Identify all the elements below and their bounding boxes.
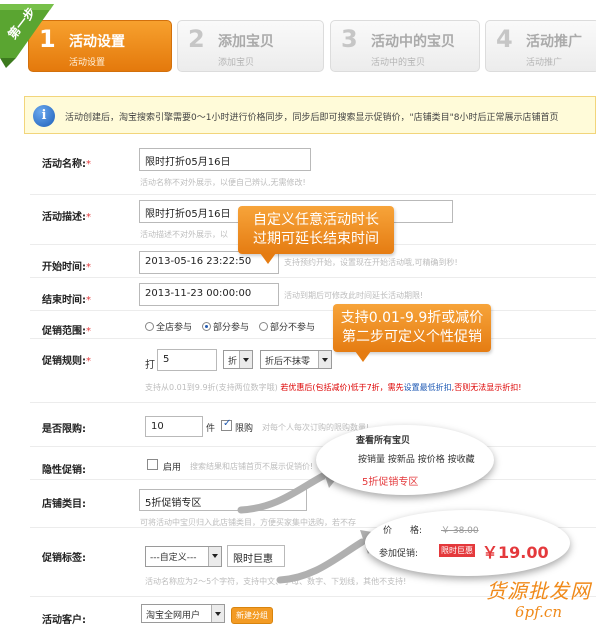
- row-divider: [30, 338, 596, 339]
- chevron-down-icon: [208, 547, 221, 566]
- scope-option-exclude[interactable]: 部分不参与: [259, 320, 315, 333]
- popup-title: 查看所有宝贝: [356, 436, 411, 446]
- store-category-label: 店铺类目:: [42, 499, 86, 510]
- discount-prefix: 打: [145, 360, 155, 371]
- discount-round-select[interactable]: 折后不抹零: [260, 350, 332, 369]
- info-icon: i: [33, 105, 55, 127]
- purchase-limit-input[interactable]: 10: [145, 416, 203, 437]
- callout-discount: 支持0.01-9.9折或减价 第二步可定义个性促销: [333, 304, 491, 362]
- step-3-title: 活动中的宝贝: [371, 34, 455, 50]
- hidden-promo-label: 隐性促销:: [42, 465, 86, 476]
- scope-option-all[interactable]: 全店参与: [145, 320, 192, 333]
- sort-tab-price[interactable]: 按价格: [418, 455, 445, 465]
- scope-option-partial[interactable]: 部分参与: [202, 320, 249, 333]
- watermark-brand: 货源批发网: [486, 579, 591, 603]
- price-label: 价 格:: [383, 526, 423, 536]
- purchase-limit-label: 是否限购:: [42, 424, 86, 435]
- promo-tag-badge: 限时巨惠: [439, 544, 475, 557]
- new-group-button[interactable]: 新建分组: [231, 607, 273, 624]
- step-2[interactable]: 2 添加宝贝 添加宝贝: [177, 20, 324, 72]
- price-preview-popup: 价 格: ￥ 38.00 参加促销: 限时巨惠 ￥19.00: [365, 510, 570, 576]
- step-ribbon: 第一步: [0, 4, 54, 68]
- chevron-down-icon: [239, 351, 252, 368]
- category-preview-popup: 查看所有宝贝 按销量 按新品 按价格 按收藏 5折促销专区: [316, 425, 494, 495]
- step-1-title: 活动设置: [69, 34, 125, 50]
- row-divider: [30, 446, 596, 447]
- activity-name-hint: 活动名称不对外展示，以便自己辨认,无需修改!: [140, 178, 306, 187]
- sort-tab-new[interactable]: 按新品: [388, 455, 415, 465]
- row-divider: [30, 310, 596, 311]
- popup-category-item[interactable]: 5折促销专区: [362, 473, 418, 488]
- limit-checkbox-label: 限购: [235, 424, 254, 434]
- promo-tag-label: 促销标签:: [42, 553, 86, 564]
- notice-text: 活动创建后，淘宝搜索引擎需要0～1小时进行价格同步，同步后即可搜索显示促销价，"…: [65, 113, 559, 123]
- step-4-subtitle: 活动推广: [526, 58, 563, 68]
- info-notice: i 活动创建后，淘宝搜索引擎需要0～1小时进行价格同步，同步后即可搜索显示促销价…: [24, 96, 596, 134]
- customer-label: 活动客户:: [42, 615, 86, 626]
- step-3[interactable]: 3 活动中的宝贝 活动中的宝贝: [330, 20, 480, 72]
- hidden-promo-checkbox[interactable]: [147, 459, 158, 470]
- customer-select[interactable]: 淘宝全网用户: [141, 604, 225, 623]
- purchase-limit-unit: 件: [206, 424, 216, 434]
- chevron-down-icon: [211, 605, 224, 622]
- end-time-label: 结束时间:*: [42, 295, 91, 306]
- start-time-label: 开始时间:*: [42, 262, 91, 273]
- start-time-hint: 支持预约开始，设置现在开始活动哦,可精确到秒!: [284, 258, 458, 267]
- activity-name-input[interactable]: 限时打折05月16日: [139, 148, 311, 171]
- step-4[interactable]: 4 活动推广 活动推广: [485, 20, 596, 72]
- activity-desc-hint: 活动描述不对外展示，以: [140, 230, 228, 239]
- end-time-input[interactable]: 2013-11-23 00:00:00: [139, 283, 279, 306]
- step-2-number: 2: [188, 25, 205, 53]
- step-1-subtitle: 活动设置: [69, 58, 106, 68]
- scope-label: 促销范围:*: [42, 326, 91, 337]
- sort-tab-sales[interactable]: 按销量: [358, 455, 385, 465]
- row-divider: [30, 194, 596, 195]
- step-2-title: 添加宝贝: [218, 34, 274, 50]
- radio-icon: [145, 322, 154, 331]
- min-discount-link[interactable]: 设置最低折扣: [404, 383, 452, 392]
- callout-time: 自定义任意活动时长 过期可延长结束时间: [238, 206, 394, 264]
- discount-unit-select[interactable]: 折: [223, 350, 253, 369]
- watermark-domain: 6pf.cn: [515, 603, 562, 621]
- hidden-promo-checkbox-label: 启用: [163, 463, 182, 473]
- step-4-number: 4: [496, 25, 513, 53]
- promo-price: ￥19.00: [482, 543, 549, 562]
- step-3-number: 3: [341, 25, 358, 53]
- old-price: ￥ 38.00: [441, 526, 479, 536]
- step-4-title: 活动推广: [526, 34, 582, 50]
- row-divider: [30, 277, 596, 278]
- radio-icon: [259, 322, 268, 331]
- start-time-input[interactable]: 2013-05-16 23:22:50: [139, 251, 279, 274]
- limit-checkbox[interactable]: [221, 418, 232, 431]
- sort-tab-fav[interactable]: 按收藏: [448, 455, 475, 465]
- activity-desc-label: 活动描述:*: [42, 212, 91, 223]
- end-time-hint: 活动到期后可修改此时间延长活动期限!: [284, 291, 424, 300]
- discount-value-input[interactable]: 5: [157, 349, 217, 371]
- step-3-subtitle: 活动中的宝贝: [371, 58, 426, 68]
- discount-rule-hint: 支持从0.01到9.9折(支持两位数字哦) 若优惠后(包括减价)低于7折，需先设…: [145, 383, 522, 392]
- row-divider: [30, 402, 596, 403]
- step-2-subtitle: 添加宝贝: [218, 58, 255, 68]
- discount-rule-label: 促销规则:*: [42, 356, 91, 367]
- radio-selected-icon: [202, 322, 211, 331]
- chevron-down-icon: [318, 351, 331, 368]
- popup-sort-tabs: 按销量 按新品 按价格 按收藏: [358, 452, 475, 465]
- activity-name-label: 活动名称:*: [42, 159, 91, 170]
- promo-tag-select[interactable]: ---自定义---: [145, 546, 222, 567]
- promo-label: 参加促销:: [379, 549, 419, 559]
